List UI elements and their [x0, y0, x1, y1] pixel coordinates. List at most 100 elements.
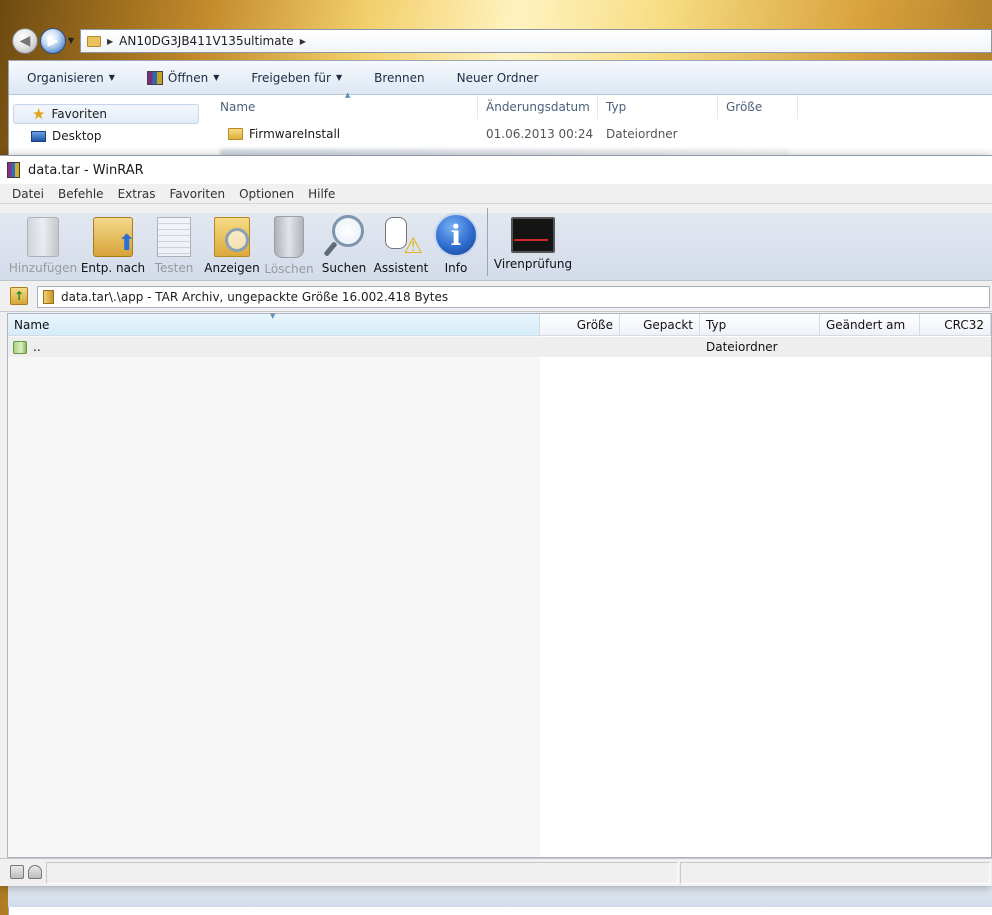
- up-folder-icon[interactable]: ↑: [10, 287, 28, 305]
- info-button[interactable]: i Info: [432, 213, 480, 281]
- wizard-icon: [379, 213, 423, 259]
- open-label: Öffnen: [167, 70, 209, 85]
- winrar-window: data.tar - WinRAR Datei Befehle Extras F…: [0, 155, 992, 886]
- organize-label: Organisieren: [27, 70, 104, 85]
- column-header-packed[interactable]: Gepackt: [620, 314, 700, 336]
- path-bar: ↑ data.tar\.\app - TAR Archiv, ungepackt…: [0, 282, 992, 312]
- chevron-down-icon: ▼: [335, 73, 343, 82]
- toolbar-separator: [487, 208, 488, 276]
- window-title-bar[interactable]: data.tar - WinRAR: [0, 156, 992, 184]
- row-type: Dateiordner: [706, 340, 778, 354]
- column-header-type[interactable]: Typ: [700, 314, 820, 336]
- virus-scan-label: Virenprüfung: [493, 257, 573, 271]
- find-label: Suchen: [321, 261, 367, 275]
- history-dropdown-icon[interactable]: ▼: [68, 36, 74, 45]
- test-label: Testen: [154, 261, 194, 275]
- archive-path: data.tar\.\app - TAR Archiv, ungepackte …: [61, 290, 449, 304]
- organize-button[interactable]: Organisieren ▼: [9, 71, 129, 85]
- column-header-type[interactable]: Typ: [598, 95, 718, 119]
- menu-bar: Datei Befehle Extras Favoriten Optionen …: [0, 184, 992, 204]
- burn-button[interactable]: Brennen: [356, 71, 438, 85]
- file-modified: 01.06.2013 00:24: [486, 127, 594, 141]
- explorer-details-pane: [8, 885, 992, 907]
- view-label: Anzeigen: [204, 261, 260, 275]
- column-header-size[interactable]: Größe: [718, 95, 798, 119]
- sort-arrow-icon: ▲: [345, 91, 351, 99]
- search-icon: [324, 213, 364, 257]
- extract-label: Entp. nach: [80, 261, 146, 275]
- explorer-toolbar: Organisieren ▼ Öffnen ▼ Freigeben für ▼ …: [9, 61, 992, 95]
- menu-options[interactable]: Optionen: [232, 187, 301, 201]
- checklist-icon: [157, 217, 191, 257]
- wizard-button[interactable]: Assistent: [374, 213, 428, 281]
- desktop-icon: [31, 130, 46, 142]
- forward-arrow-icon[interactable]: ▶: [40, 28, 66, 54]
- delete-label: Löschen: [264, 262, 314, 276]
- status-panel-left: [46, 862, 678, 884]
- name-column-background: [8, 336, 540, 857]
- extract-folder-icon: [93, 217, 136, 257]
- lock-icon[interactable]: [28, 865, 42, 879]
- address-path[interactable]: AN10DG3JB411V135ultimate: [119, 34, 294, 48]
- file-type: Dateiordner: [606, 127, 678, 141]
- archive-icon: [43, 290, 54, 304]
- star-icon: ★: [32, 104, 46, 123]
- trash-icon: [274, 216, 304, 258]
- archive-path-field[interactable]: data.tar\.\app - TAR Archiv, ungepackte …: [37, 286, 990, 308]
- sort-arrow-icon: ▼: [270, 312, 276, 320]
- status-panel-right: [680, 862, 990, 884]
- winrar-app-icon[interactable]: [7, 162, 20, 178]
- column-header-modified[interactable]: Geändert am: [820, 314, 920, 336]
- parent-folder-icon: [13, 340, 27, 354]
- menu-tools[interactable]: Extras: [111, 187, 163, 201]
- file-name-cell: FirmwareInstall: [228, 123, 340, 145]
- info-icon: i: [434, 213, 478, 257]
- delete-button[interactable]: Löschen: [264, 213, 314, 281]
- back-arrow-icon[interactable]: ◀: [12, 28, 38, 54]
- info-label: Info: [444, 261, 468, 275]
- sidebar-item-desktop[interactable]: Desktop: [13, 126, 199, 146]
- open-button[interactable]: Öffnen ▼: [129, 70, 233, 85]
- column-header-modified[interactable]: Änderungsdatum: [478, 95, 598, 119]
- column-name-label: Name: [14, 317, 50, 332]
- chevron-down-icon: ▼: [108, 73, 115, 82]
- winrar-icon: [146, 70, 163, 85]
- file-row[interactable]: FirmwareInstall 01.06.2013 00:24 Dateior…: [212, 123, 792, 145]
- file-name: FirmwareInstall: [249, 127, 341, 141]
- view-button[interactable]: Anzeigen: [204, 213, 260, 281]
- desktop-label: Desktop: [52, 129, 102, 143]
- menu-file[interactable]: Datei: [5, 187, 51, 201]
- table-row[interactable]: .. Dateiordner: [8, 337, 991, 357]
- wizard-label: Assistent: [373, 261, 429, 275]
- virus-scan-button[interactable]: Virenprüfung: [493, 213, 573, 281]
- winrar-toolbar: Hinzufügen Entp. nach Testen Anzeigen Lö…: [0, 213, 992, 281]
- sidebar-item-favorites[interactable]: ★ Favoriten: [13, 104, 199, 124]
- archive-file-list[interactable]: Name ▼ Größe Gepackt Typ Geändert am CRC…: [7, 312, 992, 858]
- share-label: Freigeben für: [251, 70, 331, 85]
- drive-icon[interactable]: [10, 865, 24, 879]
- view-magnifier-folder-icon: [214, 217, 250, 257]
- menu-favorites[interactable]: Favoriten: [163, 187, 233, 201]
- row-name: ..: [33, 340, 41, 354]
- add-button[interactable]: Hinzufügen: [8, 213, 78, 281]
- extract-to-button[interactable]: Entp. nach: [80, 213, 146, 281]
- new-folder-button[interactable]: Neuer Ordner: [439, 71, 553, 85]
- breadcrumb-arrow-icon[interactable]: ▶: [107, 37, 113, 46]
- add-archive-icon: [27, 217, 59, 257]
- breadcrumb-arrow-icon[interactable]: ▶: [300, 37, 306, 46]
- menu-commands[interactable]: Befehle: [51, 187, 111, 201]
- test-button[interactable]: Testen: [150, 213, 198, 281]
- virus-scan-monitor-icon: [511, 217, 555, 253]
- explorer-navigation-bar: ◀ ▶ ▼ ▶ AN10DG3JB411V135ultimate ▶: [0, 22, 992, 60]
- menu-help[interactable]: Hilfe: [301, 187, 342, 201]
- folder-icon: [87, 35, 101, 47]
- share-button[interactable]: Freigeben für ▼: [233, 71, 356, 85]
- column-header-crc32[interactable]: CRC32: [920, 314, 991, 336]
- explorer-address-bar[interactable]: ▶ AN10DG3JB411V135ultimate ▶: [80, 29, 992, 53]
- add-label: Hinzufügen: [8, 261, 78, 275]
- row-name-cell: ..: [13, 337, 41, 357]
- find-button[interactable]: Suchen: [320, 213, 368, 281]
- column-header-size[interactable]: Größe: [540, 314, 620, 336]
- window-title: data.tar - WinRAR: [28, 162, 144, 178]
- favorites-label: Favoriten: [51, 107, 108, 121]
